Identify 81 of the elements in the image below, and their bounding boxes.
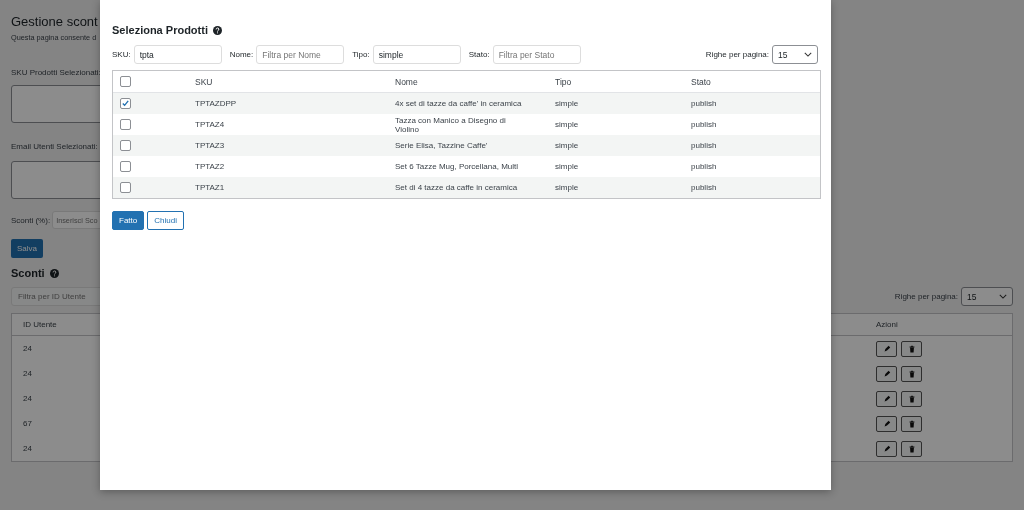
rows-per-page-select[interactable]: 15 [772,45,818,64]
table-cell-text: publish [690,162,718,171]
pencil-icon [882,444,891,453]
table-cell-text: publish [690,183,718,192]
table-cell-text: Set 6 Tazze Mug, Porcellana, Multl [394,162,520,171]
delete-button[interactable] [901,365,922,382]
trash-icon [907,344,916,353]
table-cell-text: 67 [23,419,33,428]
trash-icon [907,394,916,403]
filter-label: Nome: [229,50,254,59]
delete-button[interactable] [901,415,922,432]
field-label: Sconti (%): [11,215,51,225]
trash-icon [907,419,916,428]
done-button[interactable]: Fatto [112,211,145,230]
table-cell-text: 24 [23,444,33,453]
select-all-checkbox[interactable] [120,76,131,87]
table-cell-text: TPTAZ4 [194,120,226,129]
delete-button[interactable] [901,440,922,457]
table-cell-text: publish [690,120,718,129]
table-cell-text: TPTAZ3 [194,141,226,150]
page-title: Gestione scont [11,14,99,29]
rows-per-page-label: Righe per pagina: [705,50,769,59]
table-cell-text: simple [554,99,580,108]
table-cell-text: 24 [23,369,33,378]
trash-icon [907,369,916,378]
pencil-icon [882,394,891,403]
help-icon[interactable] [212,25,222,35]
table-cell-text: simple [554,162,580,171]
edit-button[interactable] [876,340,897,357]
field-label: SKU Prodotti Selezionati: [11,68,102,77]
chevron-icon [999,294,1007,299]
filter-field[interactable]: Filtra per Stato [492,45,581,64]
row-checkbox[interactable] [120,98,131,109]
field-label: Email Utenti Selezionati: [11,141,98,151]
delete-button[interactable] [901,390,922,407]
column-header: Nome [394,76,419,87]
modal-title: Seleziona Prodotti [112,24,208,36]
table-cell-text: publish [690,141,718,150]
edit-button[interactable] [876,365,897,382]
section-title: Sconti [11,267,45,279]
table-cell-text: TPTAZ1 [194,183,226,192]
table-cell-text: TPTAZ2 [194,162,226,171]
delete-button[interactable] [901,340,922,357]
row-checkbox[interactable] [120,161,131,172]
row-checkbox[interactable] [120,140,131,151]
filter-label: SKU: [112,50,131,59]
table-cell-text: simple [554,141,580,150]
edit-button[interactable] [876,415,897,432]
table-cell-text: Tazza con Manico a Disegno di Violino [394,115,507,134]
pencil-icon [882,369,891,378]
table-cell-text: 24 [23,394,33,403]
filter-field[interactable]: simple [372,45,461,64]
table-cell-text: Serie Elisa, Tazzine Caffe' [394,141,489,150]
table-cell-text: simple [554,183,580,192]
table-cell-text: simple [554,120,580,129]
column-header: ID Utente [23,320,58,329]
rows-per-page-select[interactable]: 15 [961,287,1013,306]
edit-button[interactable] [876,390,897,407]
pencil-icon [882,419,891,428]
row-checkbox[interactable] [120,119,131,130]
rows-per-page-label: Righe per pagina: [894,292,958,301]
filter-label: Tipo: [352,50,370,59]
close-button[interactable]: Chiudi [147,211,184,230]
pencil-icon [882,344,891,353]
table-cell-text: publish [690,99,718,108]
table-cell-text: Set di 4 tazze da caffe in ceramica [394,183,519,192]
filter-field[interactable]: tpta [133,45,222,64]
filter-field[interactable]: Filtra per Nome [256,45,345,64]
trash-icon [907,444,916,453]
column-header: Stato [690,76,712,87]
table-cell-text: 4x set di tazze da caffe' in ceramica [394,99,523,108]
table-cell-text: TPTAZDPP [194,99,238,108]
filter-label: Stato: [468,50,490,59]
table-cell-text: 24 [23,344,33,353]
column-header: Tipo [554,76,573,87]
row-checkbox[interactable] [120,182,131,193]
edit-button[interactable] [876,440,897,457]
save-button[interactable]: Salva [11,239,43,258]
chevron-icon [804,52,812,57]
column-header: SKU [194,76,214,87]
column-header: Azioni [876,320,899,329]
